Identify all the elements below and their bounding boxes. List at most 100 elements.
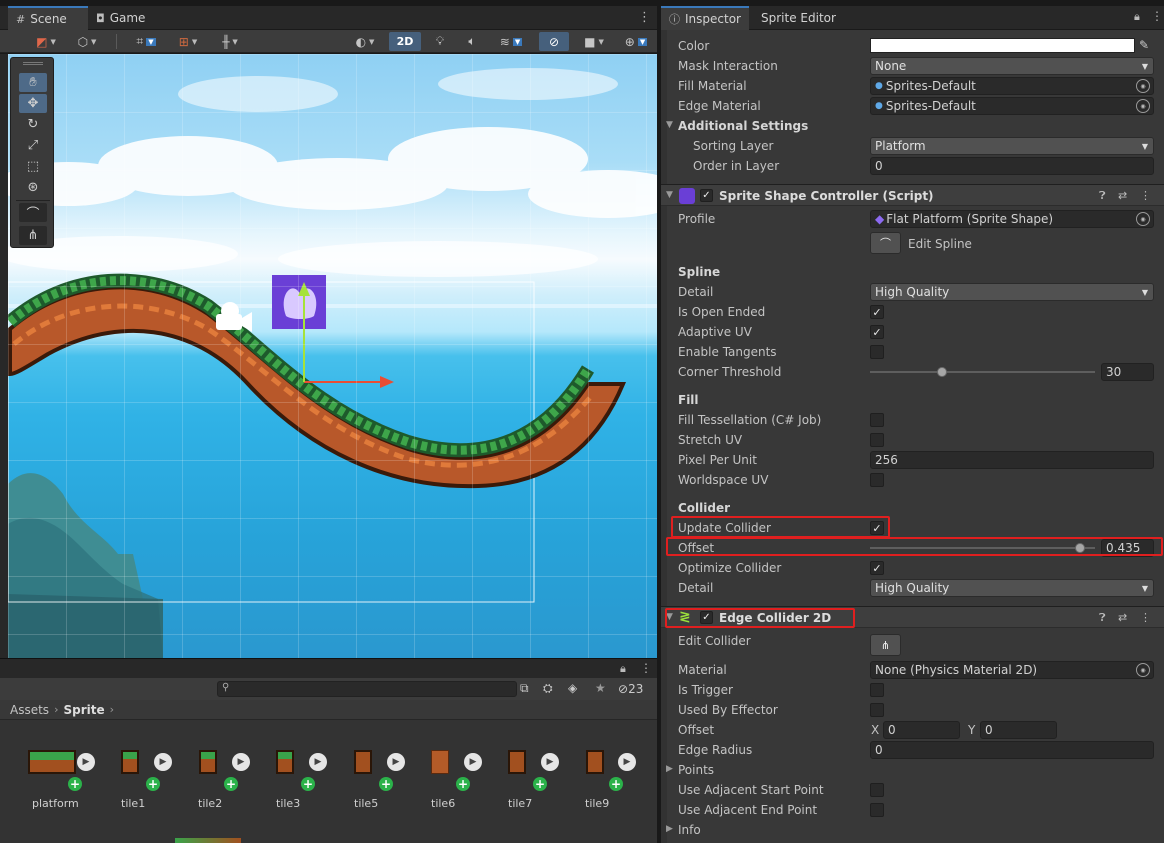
ruler-button[interactable]: ╫ ▼ xyxy=(212,32,248,51)
info-row[interactable]: ▶ Info xyxy=(661,820,1164,840)
component-menu-icon[interactable]: ⋮ xyxy=(1140,189,1151,202)
add-icon[interactable]: + xyxy=(146,777,160,791)
open-ended-checkbox[interactable]: ✓ xyxy=(870,305,884,319)
toggle-2d-button[interactable]: 2D xyxy=(389,32,421,51)
object-picker-icon[interactable]: ◉ xyxy=(1136,79,1150,93)
play-icon[interactable]: ▶ xyxy=(77,753,95,771)
corner-threshold-slider[interactable] xyxy=(870,371,1095,373)
spline-detail-dropdown[interactable]: High Quality ▼ xyxy=(870,283,1154,301)
mask-interaction-dropdown[interactable]: None ▼ xyxy=(870,57,1154,75)
tab-inspector[interactable]: ⓘ Inspector xyxy=(661,6,749,30)
add-icon[interactable]: + xyxy=(456,777,470,791)
edge-material-field[interactable]: ● Sprites-Default ◉ xyxy=(870,97,1154,115)
collider-detail-dropdown[interactable]: High Quality ▼ xyxy=(870,579,1154,597)
transform-tool[interactable]: ⊛ xyxy=(19,178,47,197)
add-icon[interactable]: + xyxy=(609,777,623,791)
play-icon[interactable]: ▶ xyxy=(387,753,405,771)
presets-icon[interactable]: ⇄ xyxy=(1118,189,1127,202)
tab-game[interactable]: ◘ Game xyxy=(88,6,158,30)
corner-threshold-thumb[interactable] xyxy=(937,367,947,377)
scale-tool[interactable]: ⤢ xyxy=(19,136,47,155)
hand-tool[interactable]: ✋︎ xyxy=(19,73,47,92)
edge-radius-field[interactable]: 0 xyxy=(870,741,1154,759)
hidden-objects-toggle[interactable]: ⊘ xyxy=(539,32,569,51)
corner-threshold-field[interactable]: 30 xyxy=(1101,363,1154,381)
breadcrumb-assets[interactable]: Assets xyxy=(10,703,49,717)
hidden-packages-button[interactable]: ⊘23 xyxy=(618,682,643,696)
offset-y-field[interactable]: 0 xyxy=(980,721,1057,739)
camera-settings-dropdown[interactable]: ■ ▼ xyxy=(575,32,613,51)
tab-scene[interactable]: # Scene xyxy=(8,6,88,30)
object-picker-icon[interactable]: ◉ xyxy=(1136,663,1150,677)
project-search-input[interactable]: ⚲ xyxy=(217,681,517,697)
component-enabled-checkbox[interactable]: ✓ xyxy=(700,189,713,202)
inspector-menu-icon[interactable]: ⋮ xyxy=(1151,9,1163,23)
rotate-tool[interactable]: ↻ xyxy=(19,115,47,134)
asset-tile9[interactable]: ▶ + tile9 xyxy=(585,750,650,820)
sorting-layer-dropdown[interactable]: Platform ▼ xyxy=(870,137,1154,155)
asset-tile5[interactable]: ▶ + tile5 xyxy=(354,750,434,820)
add-icon[interactable]: + xyxy=(533,777,547,791)
add-icon[interactable]: + xyxy=(301,777,315,791)
sprite-shape-controller-header[interactable]: ▼ ✓ Sprite Shape Controller (Script) ❓︎ … xyxy=(661,184,1164,206)
breadcrumb-sprite[interactable]: Sprite xyxy=(63,703,104,717)
presets-icon[interactable]: ⇄ xyxy=(1118,611,1127,624)
offset-x-field[interactable]: 0 xyxy=(883,721,960,739)
play-icon[interactable]: ▶ xyxy=(541,753,559,771)
eyedropper-icon[interactable]: ✎ xyxy=(1139,38,1149,52)
label-tag-icon[interactable]: ◈ xyxy=(568,681,577,695)
draw-mode-button[interactable]: ◩ ▼ xyxy=(26,32,66,51)
stretch-uv-checkbox[interactable] xyxy=(870,433,884,447)
lock-icon[interactable]: 🔒︎ xyxy=(1134,10,1140,24)
gizmos-dropdown[interactable]: ⊕ ▼ xyxy=(617,32,655,51)
play-icon[interactable]: ▶ xyxy=(618,753,636,771)
asset-tile2[interactable]: ▶ + tile2 xyxy=(198,750,279,820)
lock-icon[interactable]: 🔒︎ xyxy=(620,662,626,676)
fill-material-field[interactable]: ● Sprites-Default ◉ xyxy=(870,77,1154,95)
overlay-grip[interactable] xyxy=(23,62,43,65)
asset-tile6[interactable]: ▶ + tile6 xyxy=(431,750,511,820)
scene-viewport[interactable] xyxy=(8,54,657,658)
asset-platform[interactable]: ▶ + platform xyxy=(28,750,108,820)
edit-spline-button[interactable]: ⌒ xyxy=(870,232,901,254)
object-picker-icon[interactable]: ◉ xyxy=(1136,212,1150,226)
add-icon[interactable]: + xyxy=(379,777,393,791)
grid-snap-button[interactable]: ⌗ ▼ xyxy=(128,32,164,51)
order-in-layer-field[interactable]: 0 xyxy=(870,157,1154,175)
optimize-collider-checkbox[interactable]: ✓ xyxy=(870,561,884,575)
adaptive-uv-checkbox[interactable]: ✓ xyxy=(870,325,884,339)
adjacent-end-checkbox[interactable] xyxy=(870,803,884,817)
help-icon[interactable]: ❓︎ xyxy=(1099,189,1106,203)
additional-settings-row[interactable]: ▼ Additional Settings xyxy=(661,116,1164,136)
effects-dropdown[interactable]: ≋ ▼ xyxy=(491,32,531,51)
add-icon[interactable]: + xyxy=(224,777,238,791)
physics-material-field[interactable]: None (Physics Material 2D) ◉ xyxy=(870,661,1154,679)
adjacent-start-checkbox[interactable] xyxy=(870,783,884,797)
scene-panel-menu-icon[interactable]: ⋮ xyxy=(638,10,651,25)
favorite-star-icon[interactable]: ★ xyxy=(595,681,606,695)
help-icon[interactable]: ❓︎ xyxy=(1099,611,1106,625)
add-icon[interactable]: + xyxy=(68,777,82,791)
search-by-type-icon[interactable]: ⧉ xyxy=(520,681,529,696)
lighting-toggle[interactable]: 💡︎ xyxy=(427,32,453,51)
rect-tool[interactable]: ⬚ xyxy=(19,157,47,176)
increment-snap-button[interactable]: ⊞ ▼ xyxy=(170,32,206,51)
object-picker-icon[interactable]: ◉ xyxy=(1136,99,1150,113)
play-icon[interactable]: ▶ xyxy=(154,753,172,771)
points-row[interactable]: ▶ Points xyxy=(661,760,1164,780)
custom-tool[interactable]: ⋔ xyxy=(19,226,47,245)
profile-field[interactable]: ◆ Flat Platform (Sprite Shape) ◉ xyxy=(870,210,1154,228)
worldspace-uv-checkbox[interactable] xyxy=(870,473,884,487)
move-tool[interactable]: ✥ xyxy=(19,94,47,113)
is-trigger-checkbox[interactable] xyxy=(870,683,884,697)
enable-tangents-checkbox[interactable] xyxy=(870,345,884,359)
component-menu-icon[interactable]: ⋮ xyxy=(1140,611,1151,624)
fill-tessellation-checkbox[interactable] xyxy=(870,413,884,427)
color-field[interactable] xyxy=(870,38,1135,53)
asset-tile3[interactable]: ▶ + tile3 xyxy=(276,750,356,820)
audio-toggle[interactable]: 🔈︎ xyxy=(459,32,485,51)
play-icon[interactable]: ▶ xyxy=(464,753,482,771)
edit-spline-tool[interactable]: ⌒ xyxy=(19,203,47,222)
project-panel-menu-icon[interactable]: ⋮ xyxy=(640,661,652,675)
lighting-dropdown[interactable]: ◐ ▼ xyxy=(346,32,384,51)
